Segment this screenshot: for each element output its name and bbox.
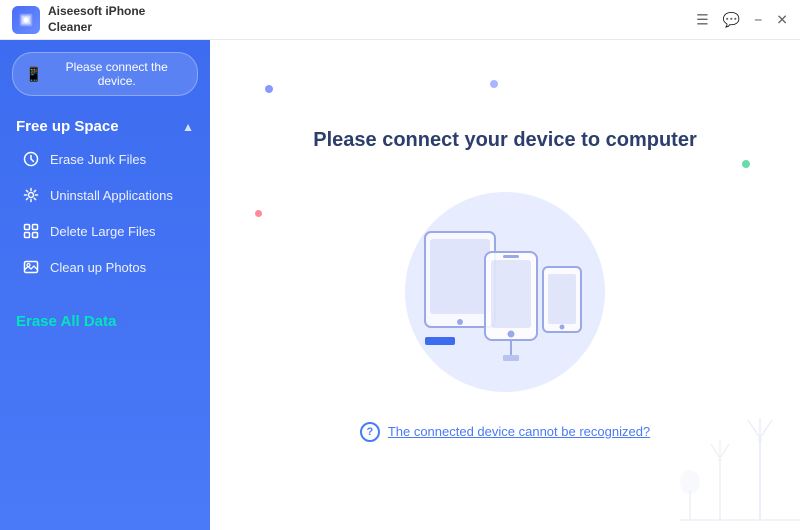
section-title: Free up Space bbox=[16, 118, 119, 135]
menu-icon[interactable]: ☰ bbox=[696, 11, 709, 28]
sidebar-item-erase-junk[interactable]: Erase Junk Files bbox=[6, 142, 204, 176]
titlebar: Aiseesoft iPhone Cleaner ☰ 💬 − ✕ bbox=[0, 0, 800, 40]
device-illustration bbox=[355, 192, 655, 392]
clean-photos-label: Clean up Photos bbox=[50, 260, 146, 275]
connect-device-button[interactable]: 📱 Please connect the device. bbox=[12, 52, 198, 96]
connect-button-label: Please connect the device. bbox=[48, 60, 185, 88]
image-icon bbox=[22, 258, 40, 276]
delete-large-label: Delete Large Files bbox=[50, 224, 156, 239]
content-area: Please connect your device to computer bbox=[210, 40, 800, 530]
grid-icon bbox=[22, 222, 40, 240]
close-icon[interactable]: ✕ bbox=[776, 11, 788, 28]
phone-icon: 📱 bbox=[25, 66, 42, 83]
free-up-space-section: Free up Space ▲ bbox=[0, 112, 210, 141]
window-controls: ☰ 💬 − ✕ bbox=[696, 11, 788, 28]
scatter-dot-3 bbox=[255, 210, 262, 217]
clock-icon bbox=[22, 150, 40, 168]
uninstall-apps-label: Uninstall Applications bbox=[50, 188, 173, 203]
devices-svg bbox=[395, 207, 615, 377]
scatter-dot-1 bbox=[265, 85, 273, 93]
sidebar-item-clean-photos[interactable]: Clean up Photos bbox=[6, 250, 204, 284]
erase-junk-label: Erase Junk Files bbox=[50, 152, 146, 167]
scatter-dot-4 bbox=[742, 160, 750, 168]
minimize-icon[interactable]: − bbox=[754, 12, 762, 28]
erase-all-data-button[interactable]: Erase All Data bbox=[0, 305, 210, 338]
windmill-decoration bbox=[600, 410, 800, 530]
chevron-up-icon: ▲ bbox=[182, 120, 194, 134]
main-layout: 📱 Please connect the device. Free up Spa… bbox=[0, 40, 800, 530]
settings-icon bbox=[22, 186, 40, 204]
scatter-dot-2 bbox=[490, 80, 498, 88]
app-name: Aiseesoft iPhone Cleaner bbox=[48, 4, 145, 35]
sidebar-item-delete-large[interactable]: Delete Large Files bbox=[6, 214, 204, 248]
chat-icon[interactable]: 💬 bbox=[723, 11, 740, 28]
sidebar: 📱 Please connect the device. Free up Spa… bbox=[0, 40, 210, 530]
app-logo bbox=[12, 6, 40, 34]
page-title: Please connect your device to computer bbox=[313, 129, 696, 152]
question-icon: ? bbox=[360, 422, 380, 442]
sidebar-item-uninstall-apps[interactable]: Uninstall Applications bbox=[6, 178, 204, 212]
